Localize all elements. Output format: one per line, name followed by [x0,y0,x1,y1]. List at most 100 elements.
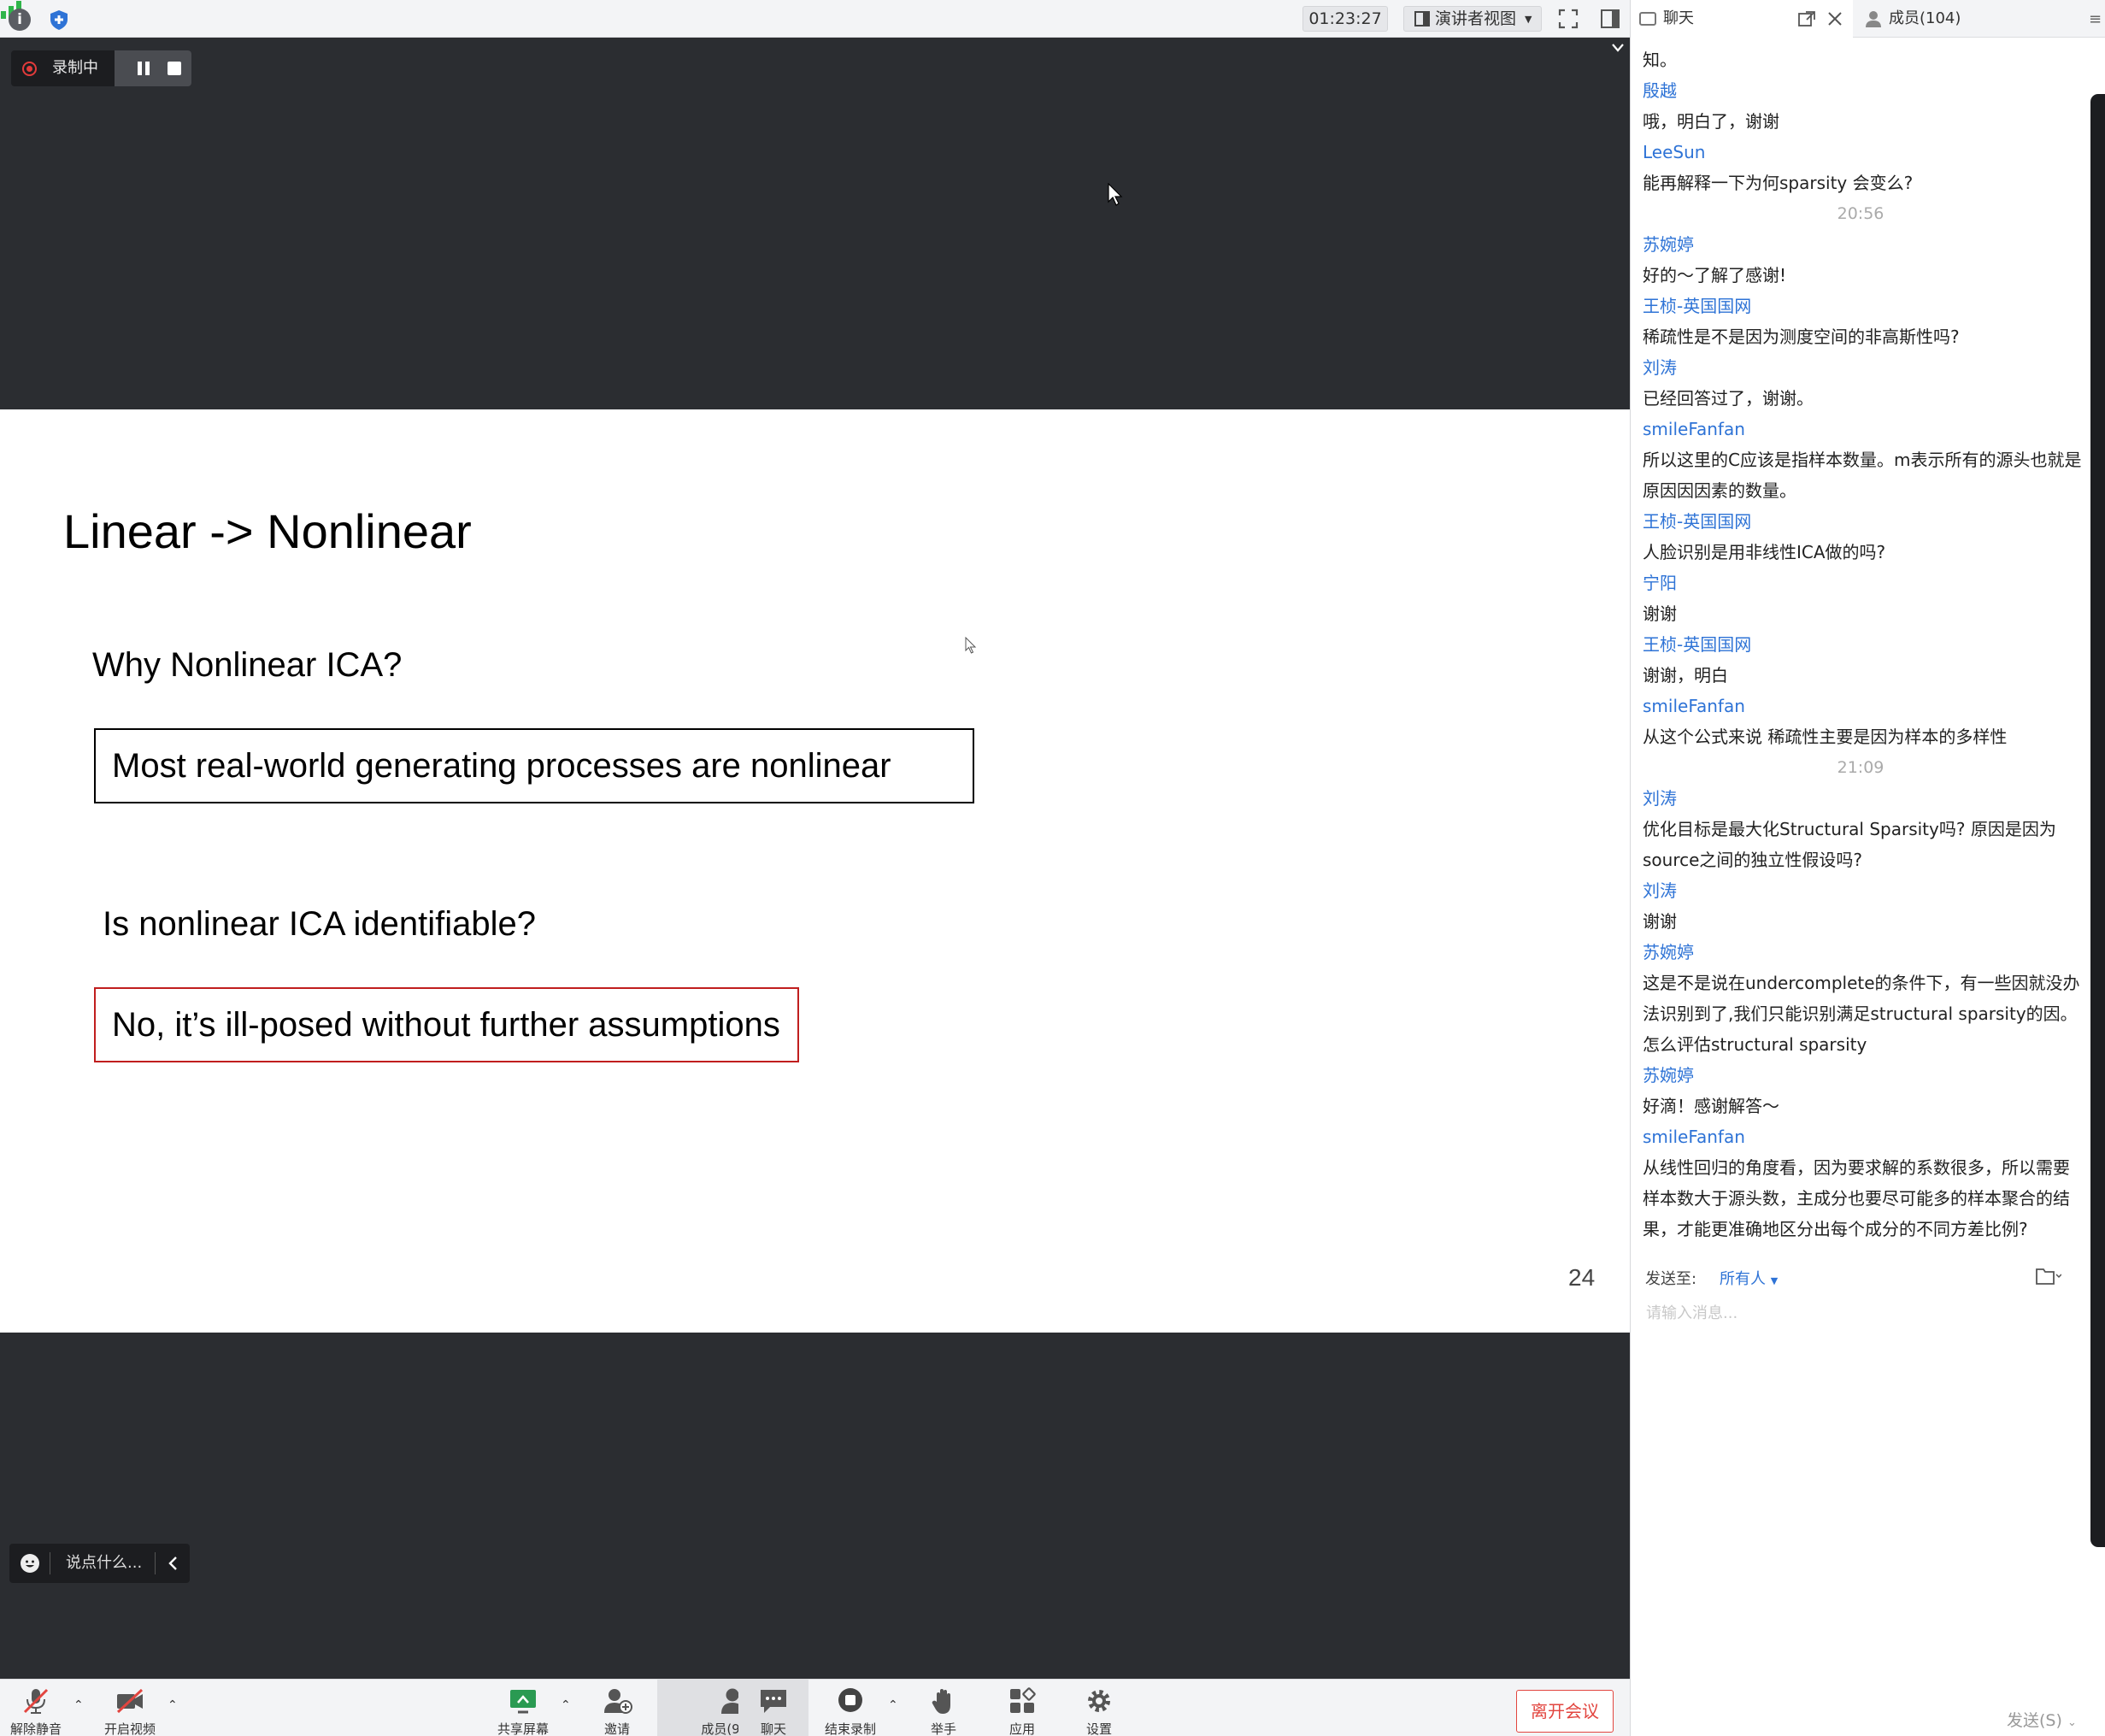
chat-message-text: 这是不是说在undercomplete的条件下，有一些因就没办 [1643,973,2080,993]
slide-answer-2: No, it’s ill-posed without further assum… [112,1006,780,1044]
chevron-left-icon[interactable] [166,1555,179,1572]
record-dot-icon [22,62,37,76]
chat-label: 聊天 [760,1721,786,1736]
chat-sender-name[interactable]: 王桢-英国国网 [1643,629,2090,660]
share-screen-label: 共享屏幕 [497,1721,549,1736]
chat-message-text: 谢谢，明白 [1643,665,1728,686]
chevron-down-icon: ⌄ [2067,1716,2077,1729]
bottom-toolbar: 解除静音 ⌃ 开启视频 ⌃ 共享屏幕 ⌃ 邀请 成员(99+) 聊天 结束录制 … [0,1679,1630,1736]
chat-sender-name[interactable]: 王桢-英国国网 [1643,291,2090,321]
add-user-icon [604,1689,632,1714]
chat-button[interactable]: 聊天 [738,1680,808,1736]
chevron-up-icon[interactable]: ⌃ [73,1698,84,1712]
smile-icon[interactable] [21,1554,39,1573]
settings-button[interactable]: 设置 [1063,1680,1135,1736]
chat-sender-name[interactable]: 苏婉婷 [1643,229,2090,260]
tab-chat-label: 聊天 [1663,9,1694,27]
share-screen-button[interactable]: 共享屏幕 [487,1680,559,1736]
stop-record-icon [838,1688,862,1712]
pointer-cursor-icon [965,637,977,654]
chevron-up-icon[interactable]: ⌃ [168,1698,178,1712]
folder-icon[interactable] [2036,1267,2061,1286]
chat-sender-name[interactable]: 刘涛 [1643,875,2090,906]
raise-hand-label: 举手 [930,1721,956,1736]
view-mode-dropdown[interactable]: 演讲者视图 ▼ [1403,6,1542,32]
chat-panel: 聊天 成员(104) ≡ 知。 殷越 哦，明白了，谢谢 LeeSun 能再解释一下为何s… [1630,0,2105,1736]
pause-icon[interactable] [137,62,150,75]
shared-screen-area: 录制中 Linear -> Nonlinear Why Nonlinear IC… [0,38,1630,1679]
chat-sender-name[interactable]: 刘涛 [1643,352,2090,383]
top-bar: i 01:23:27 演讲者视图 ▼ [0,0,1630,38]
tab-members[interactable]: 成员(104) [1855,0,2077,38]
apps-label: 应用 [1008,1721,1035,1736]
end-recording-button[interactable]: 结束录制 [814,1680,886,1736]
menu-icon[interactable]: ≡ [2089,10,2102,28]
chevron-up-icon[interactable]: ⌃ [561,1698,571,1712]
person-icon [1866,11,1881,27]
leave-meeting-button[interactable]: 离开会议 [1516,1690,1614,1733]
side-panel-icon[interactable] [1600,9,1620,29]
chat-timestamp: 20:56 [1837,204,1885,223]
chevron-up-icon[interactable]: ⌃ [888,1698,898,1712]
reaction-bar[interactable]: 说点什么... [9,1544,190,1583]
send-button[interactable]: 发送(S) ⌄ [2007,1708,2077,1731]
recording-controls [115,50,191,86]
send-to-dropdown[interactable]: 所有人 ▼ [1720,1267,1778,1289]
chat-message-text: 谢谢 [1643,603,1677,624]
chat-sender-name[interactable]: 殷越 [1643,75,2090,106]
chat-message-text: 人脸识别是用非线性ICA做的吗? [1643,542,1886,562]
shield-icon[interactable] [48,9,70,31]
reaction-input[interactable]: 说点什么... [66,1544,142,1583]
popout-icon[interactable] [1798,11,1815,26]
chat-sender-name[interactable]: 王桢-英国国网 [1643,506,2090,537]
chat-scrollbar[interactable] [2090,94,2105,1547]
invite-button[interactable]: 邀请 [581,1680,653,1736]
send-to-label: 发送至: [1645,1270,1697,1288]
end-recording-label: 结束录制 [824,1721,876,1736]
chat-sender-name[interactable]: LeeSun [1643,137,2090,168]
settings-label: 设置 [1085,1721,1112,1736]
mouse-cursor-icon [1108,183,1123,206]
apps-button[interactable]: 应用 [986,1680,1058,1736]
chat-sender-name[interactable]: 苏婉婷 [1643,1060,2090,1091]
tab-chat[interactable]: 聊天 [1631,0,1853,38]
close-icon[interactable] [1827,11,1843,26]
tab-members-label: 成员(104) [1889,9,1961,27]
chat-message-list: 知。 殷越 哦，明白了，谢谢 LeeSun 能再解释一下为何sparsity 会变么? 2… [1631,38,2090,1251]
divider [155,1552,156,1574]
mic-muted-icon [23,1688,49,1714]
chat-panel-tabs: 聊天 成员(104) ≡ [1631,0,2105,38]
meeting-timer: 01:23:27 [1302,6,1388,32]
raise-hand-button[interactable]: 举手 [908,1680,979,1736]
slide-answer-1: Most real-world generating processes are… [112,747,891,785]
chat-message-text: 从这个公式来说 稀疏性主要是因为样本的多样性 [1643,727,2008,747]
chat-sender-name[interactable]: 苏婉婷 [1643,937,2090,968]
slide-title: Linear -> Nonlinear [63,504,472,558]
chat-sender-name[interactable]: smileFanfan [1643,1121,2090,1152]
chat-message-text: 从线性回归的角度看，因为要求解的系数很多，所以需要 [1643,1157,2070,1178]
fullscreen-icon[interactable] [1558,9,1579,29]
view-mode-label: 演讲者视图 [1435,9,1517,28]
chat-timestamp: 21:09 [1837,758,1885,777]
message-input[interactable] [1639,1298,2084,1639]
gear-icon [1088,1690,1110,1712]
chat-sender-name[interactable]: smileFanfan [1643,691,2090,721]
collapse-chevron-icon[interactable] [1608,39,1627,56]
chat-sender-name[interactable]: 宁阳 [1643,568,2090,598]
slide-answer-box-1: Most real-world generating processes are… [94,728,974,803]
start-video-button[interactable]: 开启视频 [94,1680,166,1736]
chat-sender-name[interactable]: smileFanfan [1643,414,2090,444]
share-screen-icon [510,1690,536,1714]
hand-icon [932,1689,950,1714]
chat-sender-name[interactable]: 刘涛 [1643,783,2090,814]
chat-message-text: 果，才能更准确地区分出每个成分的不同方差比例? [1643,1219,2028,1239]
chat-bubble-icon [1639,12,1656,26]
unmute-button[interactable]: 解除静音 [0,1680,72,1736]
chat-message-text: 法识别到了,我们只能识别满足structural sparsity的因。 [1643,1003,2078,1024]
info-icon[interactable]: i [9,9,31,31]
start-video-label: 开启视频 [103,1721,156,1736]
unmute-label: 解除静音 [9,1721,62,1736]
recording-label: 录制中 [52,59,98,77]
stop-icon[interactable] [168,62,181,75]
chat-message-text: 能再解释一下为何sparsity 会变么? [1643,173,1914,193]
